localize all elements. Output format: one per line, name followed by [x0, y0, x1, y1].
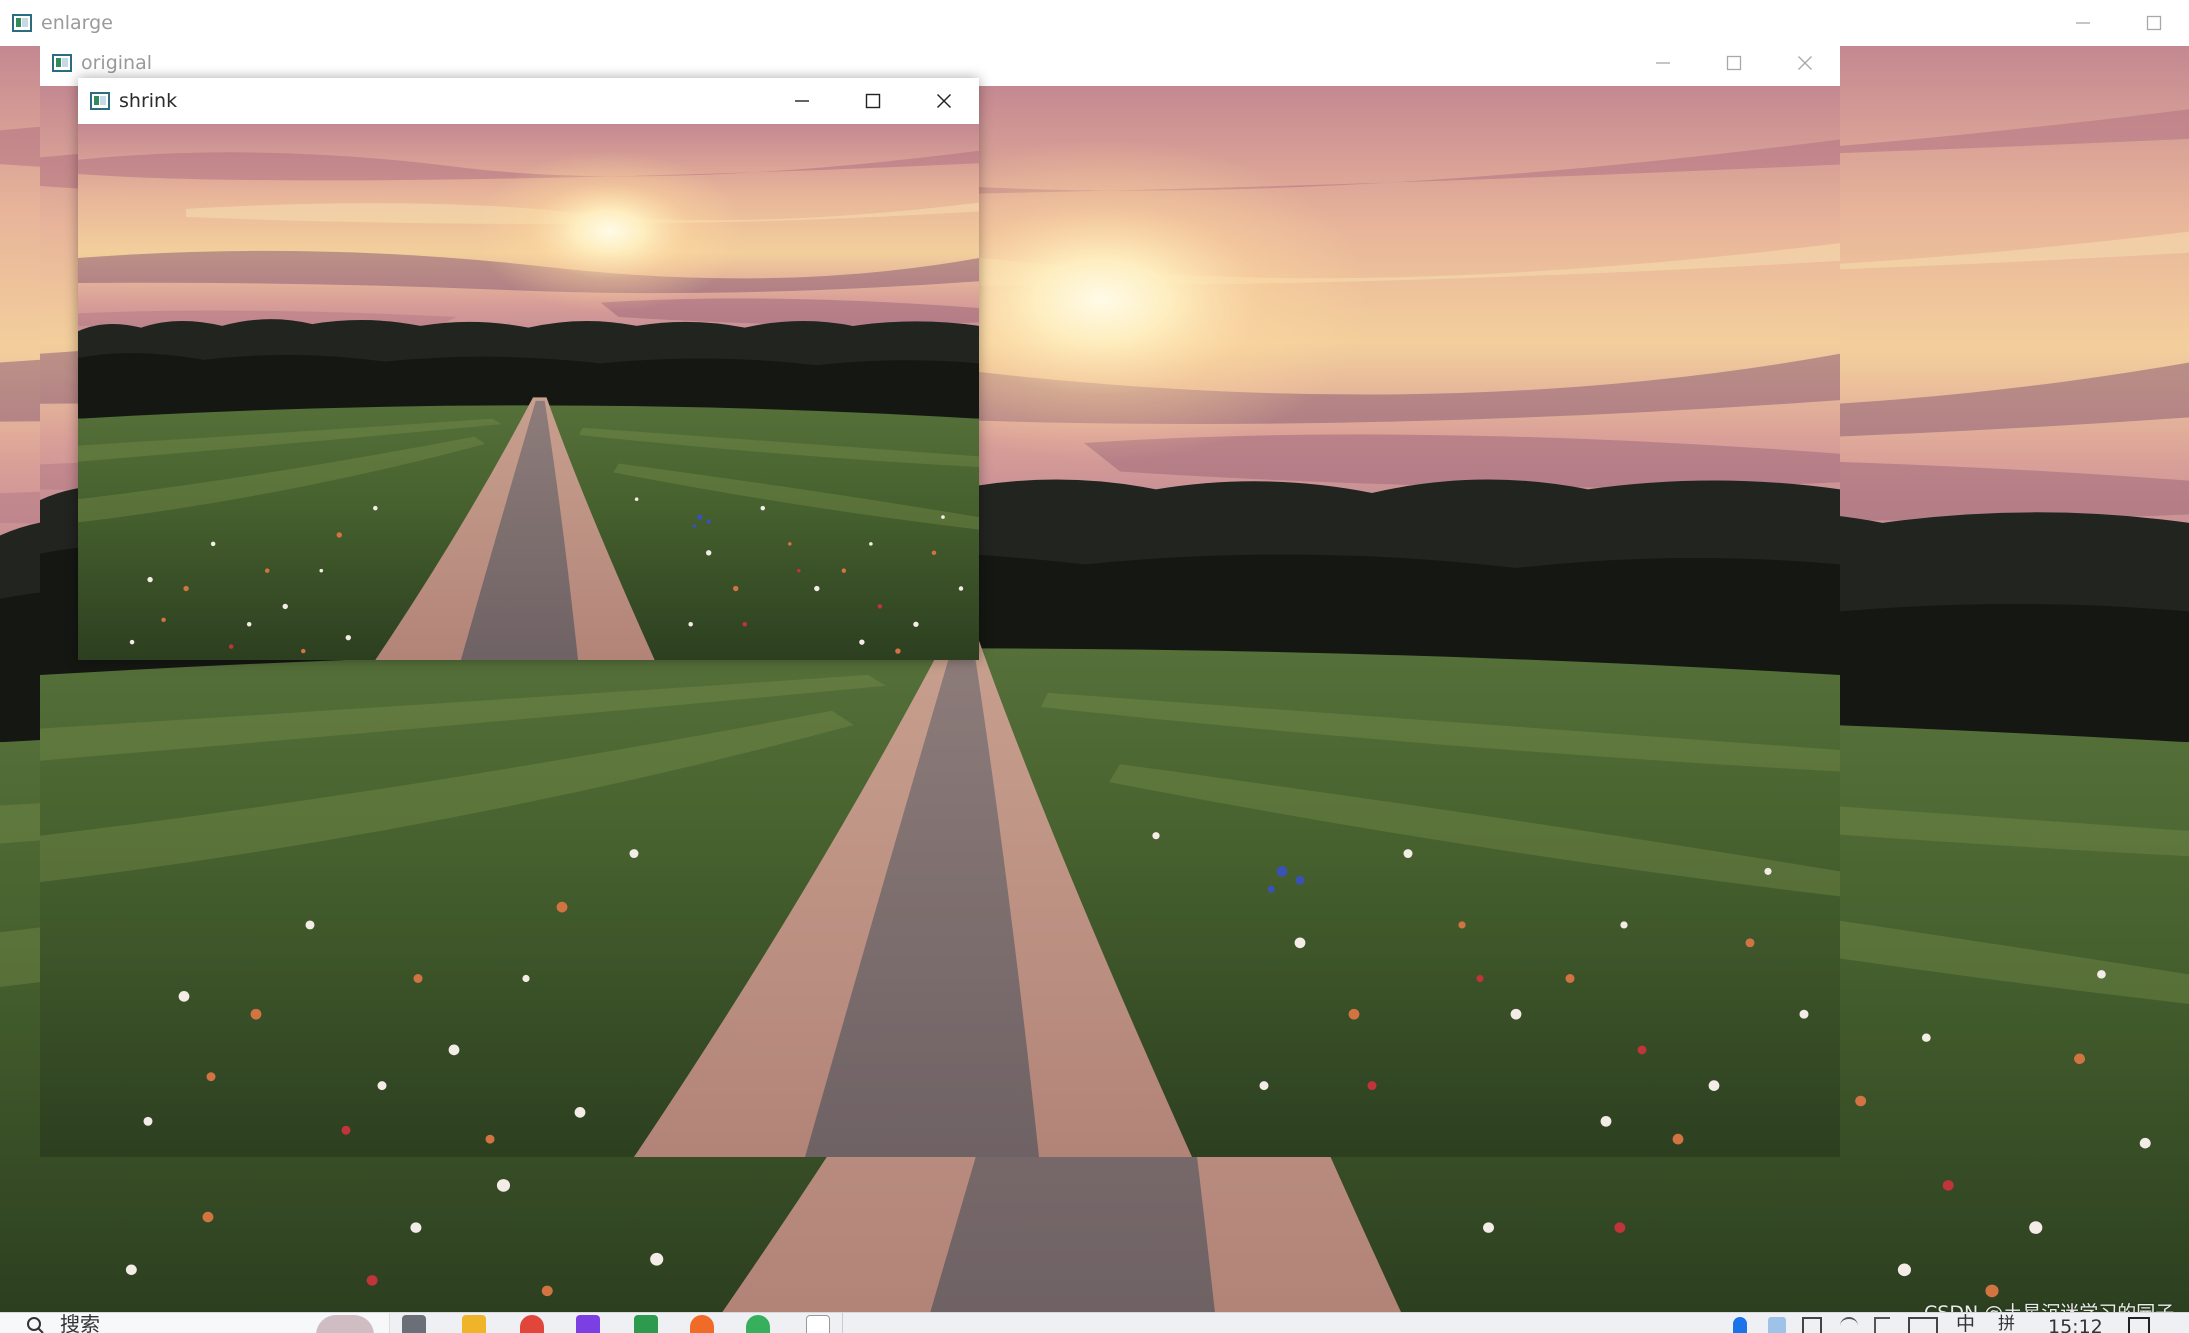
minimize-icon [1655, 62, 1670, 64]
taskbar-app-4[interactable] [520, 1315, 544, 1333]
network-icon[interactable] [1768, 1317, 1786, 1333]
shrink-window[interactable]: shrink [78, 78, 979, 660]
taskbar-app-3[interactable] [462, 1315, 486, 1333]
wifi-icon[interactable] [1840, 1317, 1858, 1333]
close-icon [1797, 56, 1812, 70]
taskbar-app-5[interactable] [576, 1315, 600, 1333]
taskbar: 搜索 中 拼 15:12 [0, 1312, 2189, 1333]
minimize-icon [794, 100, 809, 102]
shrink-minimize-button[interactable] [766, 78, 837, 124]
input-method-indicator[interactable]: 中 [1956, 1313, 1975, 1333]
search-placeholder: 搜索 [60, 1312, 100, 1333]
close-icon [936, 94, 951, 108]
shrink-titlebar[interactable]: shrink [78, 78, 979, 124]
search-icon [26, 1316, 44, 1333]
taskbar-divider [842, 1313, 843, 1333]
taskbar-app-1[interactable] [316, 1315, 374, 1333]
maximize-icon [1726, 55, 1741, 71]
shrink-image [78, 124, 979, 660]
original-title: original [81, 52, 153, 74]
original-maximize-button[interactable] [1698, 40, 1769, 86]
display-icon[interactable] [1802, 1317, 1822, 1333]
volume-icon[interactable] [1874, 1317, 1890, 1333]
bluetooth-icon[interactable] [1733, 1317, 1747, 1333]
clock[interactable]: 15:12 [2048, 1316, 2103, 1333]
enlarge-maximize-button[interactable] [2118, 0, 2189, 46]
taskbar-app-6[interactable] [634, 1315, 658, 1333]
app-window-icon [12, 13, 32, 33]
enlarge-title: enlarge [41, 12, 113, 34]
taskbar-app-8[interactable] [746, 1315, 770, 1333]
shrink-title: shrink [119, 90, 178, 112]
keyboard-icon[interactable] [1908, 1317, 1938, 1333]
enlarge-minimize-button[interactable] [2047, 0, 2118, 46]
app-window-icon [90, 91, 110, 111]
maximize-icon [2146, 15, 2161, 31]
shrink-close-button[interactable] [908, 78, 979, 124]
taskbar-app-7[interactable] [690, 1315, 714, 1333]
taskbar-app-2[interactable] [402, 1315, 426, 1333]
original-close-button[interactable] [1769, 40, 1840, 86]
input-mode-indicator[interactable]: 拼 [1998, 1313, 2015, 1333]
maximize-icon [865, 93, 880, 109]
shrink-maximize-button[interactable] [837, 78, 908, 124]
taskbar-app-9[interactable] [806, 1315, 830, 1333]
app-window-icon [52, 53, 72, 73]
notification-icon[interactable] [2128, 1317, 2150, 1333]
original-minimize-button[interactable] [1627, 40, 1698, 86]
minimize-icon [2075, 22, 2090, 24]
